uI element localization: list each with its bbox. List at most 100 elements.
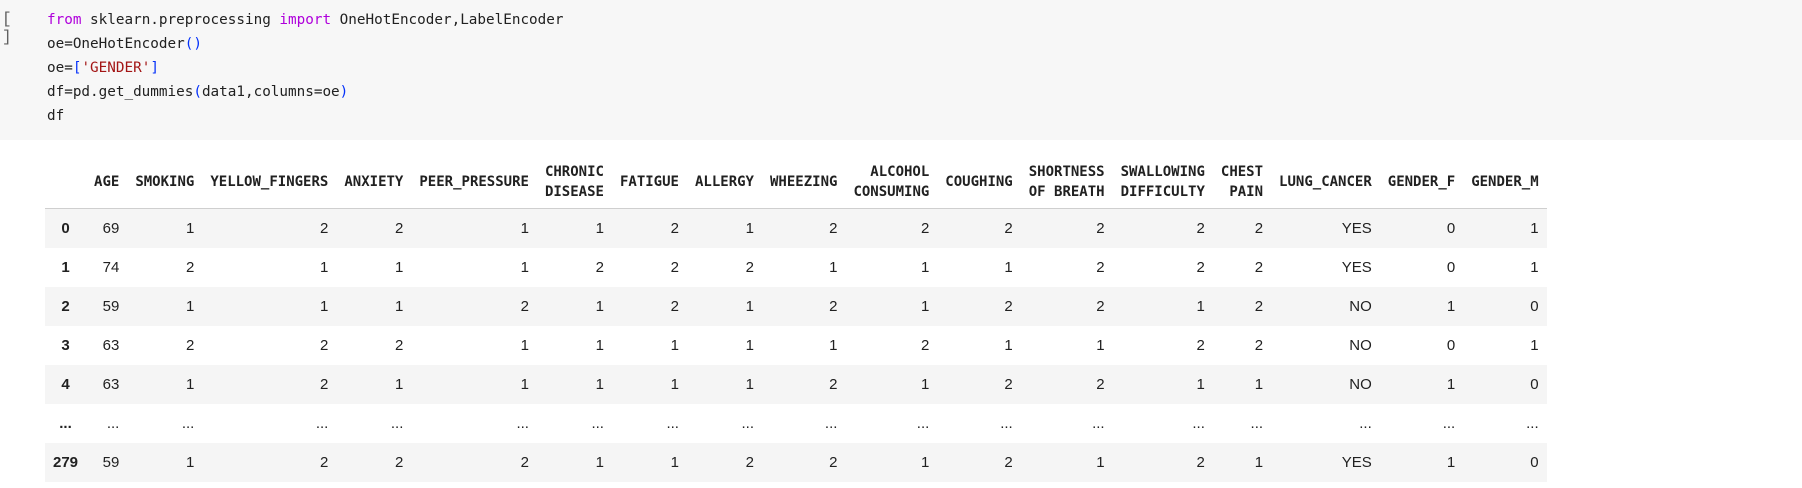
column-header: GENDER_F xyxy=(1379,156,1464,209)
table-cell: ... xyxy=(390,415,404,432)
column-header: CHEST PAIN xyxy=(1212,156,1272,209)
code-token-import: import xyxy=(279,12,332,28)
table-cell: 1 xyxy=(920,376,930,393)
table-cell: 1 xyxy=(829,259,838,276)
table-cell: 2 xyxy=(186,337,195,354)
column-header: SMOKING xyxy=(127,156,203,209)
table-cell: 1 xyxy=(1196,376,1205,393)
table-cell: 1 xyxy=(920,298,930,315)
table-cell: 63 xyxy=(102,337,120,354)
table-cell: 1 xyxy=(745,298,754,315)
table-cell: ... xyxy=(1192,415,1205,432)
column-header: CHRONIC DISEASE xyxy=(536,156,612,209)
table-cell: 1 xyxy=(1004,337,1013,354)
table-cell: 2 xyxy=(1196,454,1205,471)
table-cell: ... xyxy=(1442,415,1456,432)
code-line-3: oe=['GENDER'] xyxy=(47,60,159,76)
table-row: 0 69 1 2 2 1 1 2 1 2 2 2 2 2 2 YES 0 1 xyxy=(45,208,1547,248)
table-row: ........................................… xyxy=(45,404,1547,443)
table-cell: NO xyxy=(1349,376,1372,393)
table-cell: 2 xyxy=(670,259,679,276)
table-cell: 1 xyxy=(670,337,679,354)
table-cell: ... xyxy=(666,415,679,432)
table-row: 1 74 2 1 1 1 2 2 2 1 1 1 2 2 2 YES 0 1 xyxy=(45,248,1547,287)
table-cell: 1 xyxy=(186,298,195,315)
table-cell: ... xyxy=(1250,415,1264,432)
table-cell: 2 xyxy=(1004,376,1013,393)
table-cell: 2 xyxy=(829,454,838,471)
code-line-1: from sklearn.preprocessing import OneHot… xyxy=(47,12,564,28)
table-cell: NO xyxy=(1349,298,1372,315)
row-index: 3 xyxy=(61,337,70,354)
table-cell: 0 xyxy=(1530,298,1539,315)
table-cell: 2 xyxy=(829,298,838,315)
table-cell: 1 xyxy=(595,220,604,237)
column-header: ANXIETY xyxy=(336,156,412,209)
table-cell: 0 xyxy=(1530,376,1539,393)
table-cell: 1 xyxy=(1530,259,1539,276)
table-cell: YES xyxy=(1341,259,1372,276)
table-cell: 2 xyxy=(395,337,404,354)
table-cell: 2 xyxy=(1196,337,1205,354)
column-header: YELLOW_FINGERS xyxy=(202,156,337,209)
column-header: SHORTNESS OF BREATH xyxy=(1020,156,1113,209)
table-cell: 2 xyxy=(829,376,838,393)
table-cell: 1 xyxy=(520,259,529,276)
table-cell: 1 xyxy=(186,376,195,393)
table-cell: 2 xyxy=(1096,376,1105,393)
table-cell: 1 xyxy=(595,337,604,354)
table-cell: 1 xyxy=(186,220,195,237)
row-index: 4 xyxy=(61,376,70,393)
table-cell: ... xyxy=(315,415,329,432)
table-cell: 2 xyxy=(1196,220,1205,237)
table-cell: 1 xyxy=(920,454,930,471)
table-cell: 1 xyxy=(920,259,930,276)
table-cell: ... xyxy=(1526,415,1539,432)
table-cell: 1 xyxy=(829,337,838,354)
table-cell: YES xyxy=(1341,454,1372,471)
table-cell: 74 xyxy=(102,259,120,276)
table-cell: 1 xyxy=(595,298,604,315)
table-cell: 1 xyxy=(595,376,604,393)
code-editor[interactable]: from sklearn.preprocessing import OneHot… xyxy=(47,8,563,128)
table-header: AGE SMOKING YELLOW_FINGERS ANXIETY PEER_PRES… xyxy=(45,156,1547,209)
table-cell: 1 xyxy=(1096,454,1105,471)
code-cell[interactable]: [ ] from sklearn.preprocessing import On… xyxy=(0,0,1802,140)
table-cell: 1 xyxy=(1446,376,1456,393)
table-body: 0 69 1 2 2 1 1 2 1 2 2 2 2 2 2 YES 0 1 1 74 2 1 1 1 2 2 2 1 1 1 2 2 2 YES… xyxy=(45,208,1547,482)
code-line-4: df=pd.get_dummies(data1,columns=oe) xyxy=(47,84,349,100)
table-cell: ... xyxy=(1359,415,1372,432)
column-header: PEER_PRESSURE xyxy=(411,156,537,209)
table-cell: 1 xyxy=(1196,298,1205,315)
header-row: AGE SMOKING YELLOW_FINGERS ANXIETY PEER_PRES… xyxy=(45,156,1547,209)
table-cell: 2 xyxy=(395,220,404,237)
table-cell: 1 xyxy=(1446,454,1456,471)
code-token-from: from xyxy=(47,12,82,28)
table-cell: 2 xyxy=(520,454,529,471)
table-cell: 2 xyxy=(745,454,754,471)
column-header: ALLERGY xyxy=(686,156,762,209)
table-row: 279 59 1 2 2 2 1 1 2 2 1 2 1 2 1 YES 1 0 xyxy=(45,443,1547,482)
table-cell: 1 xyxy=(186,454,195,471)
table-row: 3 63 2 2 2 1 1 1 1 1 2 1 1 2 2 NO 0 1 xyxy=(45,326,1547,365)
table-cell: ... xyxy=(106,415,120,432)
table-cell: ... xyxy=(741,415,754,432)
table-cell: 1 xyxy=(745,337,754,354)
table-cell: 69 xyxy=(102,220,120,237)
table-cell: 2 xyxy=(320,376,329,393)
table-cell: 0 xyxy=(1446,259,1456,276)
row-index: 279 xyxy=(53,454,79,471)
table-cell: 59 xyxy=(102,454,120,471)
table-cell: ... xyxy=(916,415,930,432)
table-cell: ... xyxy=(516,415,529,432)
run-cell-button[interactable]: [ ] xyxy=(2,10,32,46)
column-header: ALCOHOL CONSUMING xyxy=(845,156,938,209)
table-cell: 1 xyxy=(1530,220,1539,237)
table-row: 4 63 1 2 1 1 1 1 1 2 1 2 2 1 1 NO 1 0 xyxy=(45,365,1547,404)
table-cell: 2 xyxy=(395,454,404,471)
table-cell: 2 xyxy=(186,259,195,276)
table-cell: 1 xyxy=(745,220,754,237)
column-header: AGE xyxy=(86,156,128,209)
table-cell: 1 xyxy=(1096,337,1105,354)
table-cell: 1 xyxy=(745,376,754,393)
